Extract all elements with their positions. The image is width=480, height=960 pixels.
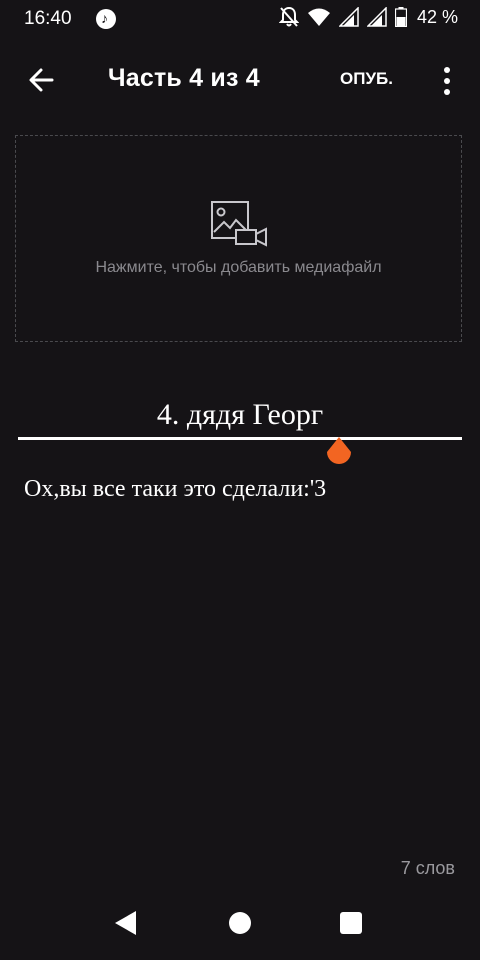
add-media-icon bbox=[211, 201, 267, 247]
page-title: Часть 4 из 4 bbox=[108, 64, 260, 92]
status-icons: 42 % bbox=[278, 6, 458, 28]
signal-icon bbox=[338, 7, 359, 27]
screen: 16:40 ♪ 42 % Часть 4 из 4 ОПУБ. Нажмите,… bbox=[0, 0, 480, 960]
notifications-off-icon bbox=[278, 6, 299, 27]
nav-home-icon[interactable] bbox=[229, 912, 251, 934]
add-media-hint: Нажмите, чтобы добавить медиафайл bbox=[95, 259, 382, 276]
chapter-title-input[interactable]: 4. дядя Георг bbox=[20, 398, 460, 432]
battery-icon bbox=[394, 7, 407, 27]
publish-button[interactable]: ОПУБ. bbox=[340, 69, 393, 89]
toolbar: Часть 4 из 4 ОПУБ. bbox=[0, 50, 480, 110]
chapter-body-editor[interactable]: Ох,вы все таки это сделали:'3 bbox=[24, 476, 454, 503]
more-vertical-icon[interactable] bbox=[436, 64, 458, 98]
nav-back-icon[interactable] bbox=[114, 910, 138, 936]
nav-recents-icon[interactable] bbox=[340, 912, 362, 934]
add-media-area[interactable]: Нажмите, чтобы добавить медиафайл bbox=[15, 135, 462, 342]
wifi-icon bbox=[307, 8, 330, 26]
word-count: 7 слов bbox=[400, 858, 455, 878]
arrow-back-icon[interactable] bbox=[24, 62, 60, 98]
status-time: 16:40 bbox=[24, 8, 72, 29]
battery-percent: 42 % bbox=[416, 6, 458, 27]
status-bar: 16:40 ♪ 42 % bbox=[0, 0, 480, 40]
text-cursor-handle[interactable] bbox=[324, 436, 354, 470]
tiktok-icon: ♪ bbox=[96, 9, 116, 29]
navigation-bar bbox=[0, 900, 480, 960]
signal-icon bbox=[366, 7, 387, 27]
title-underline bbox=[18, 437, 462, 440]
